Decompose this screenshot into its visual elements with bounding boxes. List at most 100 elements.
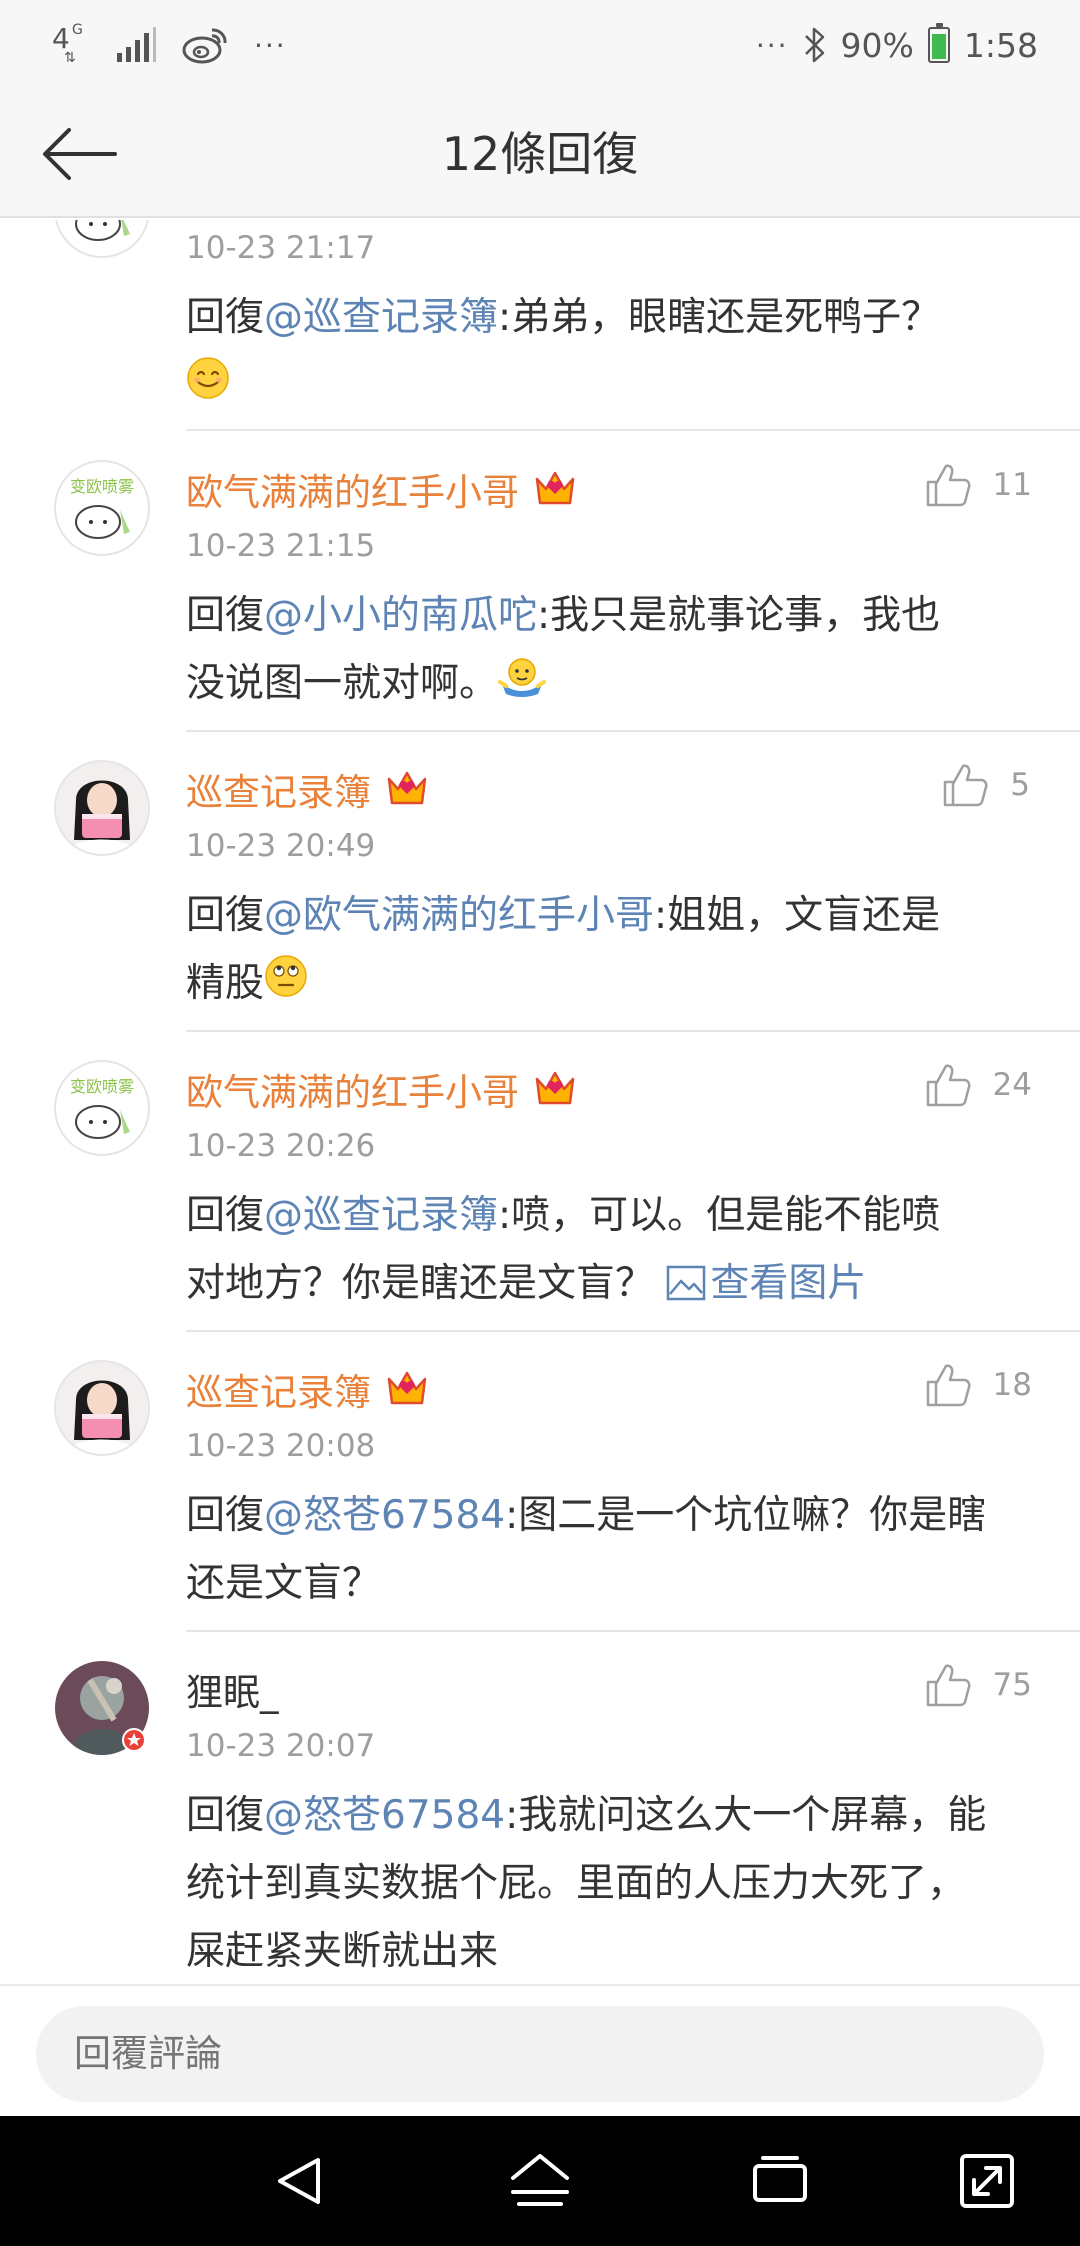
thumbs-up-icon [926, 1364, 971, 1407]
comment-body: 回復@怒苍67584:图二是一个坑位嘛？你是瞎 还是文盲？ [186, 1482, 1036, 1618]
reply-prefix: 回復 [186, 1193, 265, 1238]
comment-text: 屎赶紧夹断就出来 [186, 1929, 499, 1974]
reply-prefix: 回復 [186, 1493, 265, 1538]
comment-body: 回復@小小的南瓜咜:我只是就事论事，我也 没说图一就对啊。 [186, 582, 1036, 720]
comment-text: 对地方？你是瞎还是文盲？ [186, 1261, 655, 1306]
rolling-eyes-emoji-icon [264, 952, 308, 1020]
mention-link[interactable]: @小小的南瓜咜 [264, 593, 537, 638]
divider [186, 429, 1080, 431]
like-count: 24 [992, 1067, 1032, 1103]
page-title: 12條回復 [441, 127, 639, 181]
like-button[interactable]: 18 [925, 1362, 1032, 1408]
comment-body: 回復@怒苍67584:我就问这么大一个屏幕，能 统计到真实数据个屁。里面的人压力… [186, 1782, 1036, 1984]
reply-prefix: 回復 [186, 893, 265, 938]
like-button[interactable]: 5 [942, 762, 1030, 808]
image-icon [667, 1265, 706, 1301]
thumbs-up-icon [926, 1064, 971, 1107]
battery-percent: 90% [840, 25, 914, 65]
signal-icon [117, 27, 156, 62]
author-name: 欧气满满的红手小哥 [186, 1071, 519, 1114]
thumbs-up-icon [926, 464, 971, 507]
reply-prefix: 回復 [186, 295, 265, 340]
avatar[interactable] [54, 1660, 150, 1756]
comment-time: 10-23 20:26 [186, 1128, 376, 1164]
comment-item: 变欧喷雾 欧气满满的红手小哥 24 10-23 20:26 回復@巡查记录簿:喷… [0, 1032, 1080, 1332]
comment-time: 10-23 20:49 [186, 828, 376, 864]
like-count: 75 [992, 1667, 1032, 1703]
like-button[interactable]: 11 [925, 462, 1032, 508]
avatar[interactable] [54, 1360, 150, 1456]
nav-expand-icon[interactable] [952, 2146, 1022, 2216]
avatar[interactable] [54, 760, 150, 856]
avatar[interactable]: 变欧喷雾 [54, 1060, 150, 1156]
comment-text: 精股 [186, 961, 265, 1006]
vip-crown-icon [387, 771, 427, 805]
view-image-link[interactable]: 查看图片 [666, 1261, 866, 1306]
mention-link[interactable]: @怒苍67584 [264, 1493, 505, 1538]
status-right: ··· 90% 1:58 [756, 18, 1038, 72]
nav-back-icon[interactable] [266, 2146, 336, 2216]
like-button[interactable]: 75 [925, 1662, 1032, 1708]
comment-author[interactable]: 欧气满满的红手小哥 [186, 462, 577, 516]
comment-time: 10-23 20:07 [186, 1728, 376, 1764]
header-bar: 12條回復 [0, 90, 1080, 218]
bluetooth-icon [804, 27, 824, 63]
nav-recents-icon[interactable] [745, 2146, 815, 2216]
reply-bar [0, 1984, 1080, 2116]
vip-crown-icon [387, 1371, 427, 1405]
author-name: 欧气满满的红手小哥 [186, 471, 519, 514]
nav-home-icon[interactable] [505, 2146, 575, 2216]
comment-item: 巡查记录簿 18 10-23 20:08 回復@怒苍67584:图二是一个坑位嘛… [0, 1332, 1080, 1632]
comment-author[interactable]: 巡查记录簿 [186, 1362, 429, 1416]
comment-text: :弟弟，眼瞎还是死鸭子？ [498, 295, 941, 340]
avatar-girl-photo-icon [54, 760, 150, 856]
comment-author[interactable]: 狸眠_ [186, 1662, 279, 1716]
comment-text: :我只是就事论事，我也 [537, 593, 941, 638]
avatar-caption: 变欧喷雾 [70, 1077, 134, 1096]
status-right-more: ··· [755, 28, 789, 62]
status-bar: 4 G ⇅ ··· ··· 90% 1:58 [0, 0, 1080, 90]
avatar-cartoon-icon [55, 220, 149, 258]
thumbs-up-icon [926, 1664, 971, 1707]
comment-body: 回復@巡查记录簿:喷，可以。但是能不能喷 对地方？你是瞎还是文盲？ 查看图片 [186, 1182, 1036, 1318]
comment-time: 10-23 21:17 [186, 230, 376, 266]
comment-text: :我就问这么大一个屏幕，能 [505, 1793, 987, 1838]
comment-item: 变欧喷雾 欧气满满的红手小哥 11 10-23 21:15 回復@小小的南瓜咜:… [0, 432, 1080, 732]
thumbs-up-icon [944, 764, 988, 807]
avatar[interactable]: 变欧喷雾 [54, 460, 150, 556]
weibo-icon [182, 28, 227, 64]
mention-link[interactable]: @欧气满满的红手小哥 [264, 893, 654, 938]
comment-body: 回復@欧气满满的红手小哥:姐姐，文盲还是 精股 [186, 882, 1036, 1020]
like-button[interactable]: 24 [925, 1062, 1032, 1108]
avatar-photo-icon [55, 1661, 149, 1755]
comment-text: :图二是一个坑位嘛？你是瞎 [505, 1493, 987, 1538]
clock: 1:58 [963, 25, 1038, 65]
mention-link[interactable]: @巡查记录簿 [264, 1193, 498, 1238]
avatar-caption: 变欧喷雾 [70, 477, 134, 496]
comment-text: 还是文盲？ [186, 1561, 382, 1606]
network-4g-icon: 4 G ⇅ [52, 22, 83, 66]
like-count: 11 [992, 467, 1032, 503]
author-name: 巡查记录簿 [186, 1371, 371, 1414]
comment-list[interactable]: 10-23 21:17 回復@巡查记录簿:弟弟，眼瞎还是死鸭子？ 变欧喷雾 欧气… [0, 220, 1080, 1984]
system-nav-bar [0, 2116, 1080, 2246]
status-left: 4 G ⇅ ··· [52, 18, 287, 72]
status-more-indicator: ··· [254, 28, 287, 62]
comment-time: 10-23 20:08 [186, 1428, 376, 1464]
reply-prefix: 回復 [186, 593, 265, 638]
comment-text: 统计到真实数据个屁。里面的人压力大死了， [186, 1861, 967, 1906]
comment-author[interactable]: 欧气满满的红手小哥 [186, 1062, 577, 1116]
avatar-cartoon-icon: 变欧喷雾 [54, 1060, 150, 1156]
reply-input[interactable] [36, 2006, 1044, 2102]
like-count: 18 [992, 1367, 1032, 1403]
like-count: 5 [1010, 767, 1030, 803]
mention-link[interactable]: @怒苍67584 [264, 1793, 505, 1838]
shrug-emoji-icon [498, 652, 547, 720]
mention-link[interactable]: @巡查记录簿 [264, 295, 498, 340]
comment-item: 狸眠_ 75 10-23 20:07 回復@怒苍67584:我就问这么大一个屏幕… [0, 1632, 1080, 1984]
comment-author[interactable]: 巡查记录簿 [186, 762, 429, 816]
comment-item: 10-23 21:17 回復@巡查记录簿:弟弟，眼瞎还是死鸭子？ [0, 220, 1080, 430]
avatar[interactable] [54, 220, 150, 258]
view-image-label: 查看图片 [710, 1261, 867, 1306]
avatar-girl-photo-icon [54, 1360, 150, 1456]
